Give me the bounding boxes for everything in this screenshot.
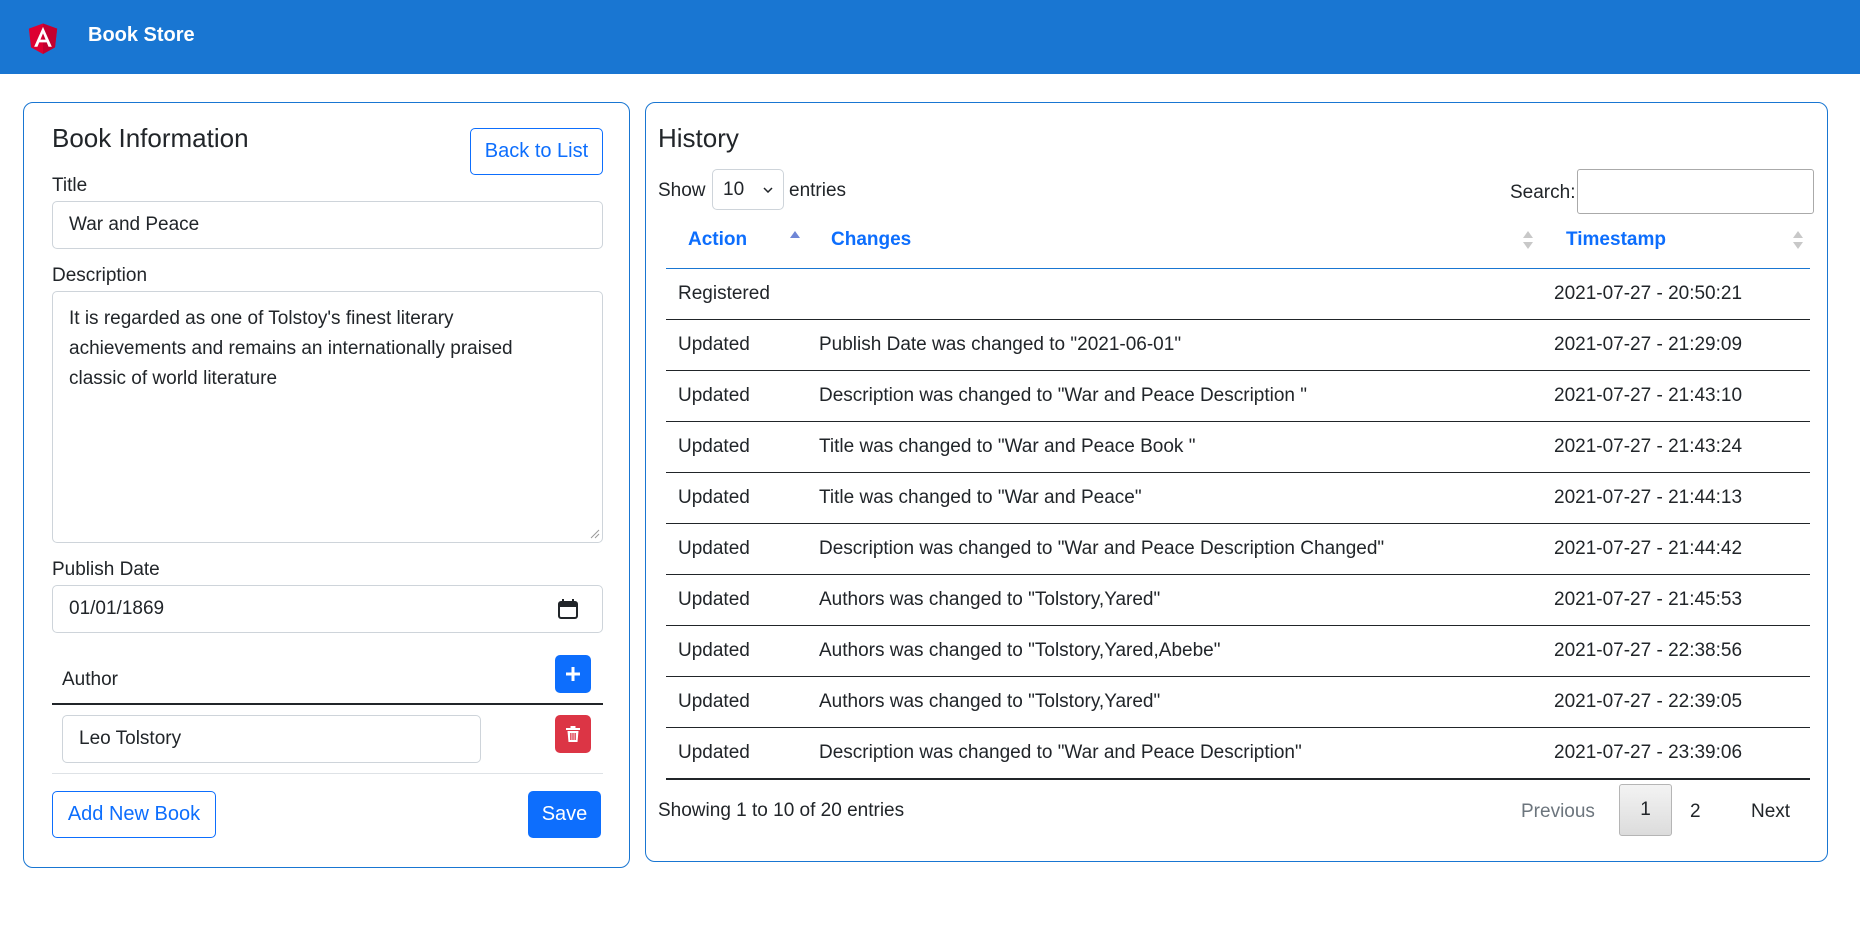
timestamp-cell: 2021-07-27 - 21:43:24 (1554, 436, 1743, 457)
plus-icon (566, 667, 580, 681)
timestamp-cell: 2021-07-27 - 20:50:21 (1554, 283, 1743, 304)
calendar-icon[interactable] (557, 598, 579, 620)
action-cell: Updated (678, 334, 750, 355)
timestamp-cell: 2021-07-27 - 23:39:06 (1554, 742, 1743, 763)
page-1-button[interactable]: 1 (1619, 784, 1672, 836)
timestamp-cell: 2021-07-27 - 21:44:13 (1554, 487, 1743, 508)
search-label: Search: (1510, 182, 1576, 203)
description-label: Description (52, 265, 148, 286)
timestamp-cell: 2021-07-27 - 21:44:42 (1554, 538, 1743, 559)
table-info: Showing 1 to 10 of 20 entries (658, 800, 905, 821)
table-row: Updated Title was changed to "War and Pea… (646, 473, 1827, 524)
table-row: Updated Publish Date was changed to "2021… (646, 320, 1827, 371)
row-divider (666, 778, 1810, 780)
top-navbar: Book Store (0, 0, 1860, 74)
publish-date-input[interactable]: 01/01/1869 (52, 585, 603, 633)
title-label: Title (52, 175, 88, 196)
table-row: Updated Authors was changed to "Tolstory,… (646, 626, 1827, 677)
search-input[interactable] (1577, 169, 1814, 214)
action-cell: Updated (678, 691, 750, 712)
add-author-button[interactable] (555, 655, 591, 693)
author-table-divider (52, 703, 603, 705)
app-title[interactable]: Book Store (88, 24, 195, 47)
trash-icon (566, 726, 580, 742)
author-row-divider (52, 773, 603, 774)
author-header: Author (62, 669, 118, 690)
back-to-list-button[interactable]: Back to List (470, 128, 603, 175)
sort-both-icon[interactable] (1792, 229, 1804, 251)
timestamp-cell: 2021-07-27 - 22:38:56 (1554, 640, 1743, 661)
table-row: Updated Description was changed to "War a… (646, 524, 1827, 575)
table-row: Updated Authors was changed to "Tolstory,… (646, 575, 1827, 626)
angular-logo-icon[interactable] (24, 18, 62, 58)
table-row: Updated Description was changed to "War a… (646, 371, 1827, 422)
book-information-card: Book Information Back to List Title War … (23, 102, 630, 868)
column-header-action[interactable]: Action (688, 229, 747, 251)
page-size-value: 10 (723, 178, 745, 200)
sort-asc-icon[interactable] (789, 229, 801, 251)
table-row: Updated Authors was changed to "Tolstory,… (646, 677, 1827, 728)
table-row: Registered 2021-07-27 - 20:50:21 (646, 269, 1827, 320)
changes-cell: Authors was changed to "Tolstory,Yared" (819, 589, 1161, 610)
next-page-button[interactable]: Next (1751, 801, 1790, 823)
changes-cell: Title was changed to "War and Peace Book… (819, 436, 1196, 457)
timestamp-cell: 2021-07-27 - 22:39:05 (1554, 691, 1743, 712)
entries-label: entries (789, 180, 847, 201)
action-cell: Updated (678, 487, 750, 508)
publish-date-value: 01/01/1869 (69, 598, 165, 619)
action-cell: Registered (678, 283, 770, 304)
action-cell: Updated (678, 640, 750, 661)
changes-cell: Title was changed to "War and Peace" (819, 487, 1142, 508)
save-button[interactable]: Save (528, 791, 601, 838)
table-row: Updated Title was changed to "War and Pea… (646, 422, 1827, 473)
book-information-heading: Book Information (52, 123, 249, 153)
page-2-button[interactable]: 2 (1690, 801, 1701, 823)
table-row: Updated Description was changed to "War a… (646, 728, 1827, 780)
author-name-value: Leo Tolstory (79, 728, 182, 749)
changes-cell: Authors was changed to "Tolstory,Yared" (819, 691, 1161, 712)
publish-date-label: Publish Date (52, 559, 160, 580)
page-size-select[interactable]: 10 (712, 169, 784, 210)
description-textarea[interactable]: It is regarded as one of Tolstoy's fines… (52, 291, 603, 543)
changes-cell: Description was changed to "War and Peac… (819, 385, 1308, 406)
action-cell: Updated (678, 385, 750, 406)
history-card: History Show 10 entries Search: Action C… (645, 102, 1828, 862)
show-label: Show (658, 180, 706, 201)
title-input[interactable]: War and Peace (52, 201, 603, 249)
changes-cell: Authors was changed to "Tolstory,Yared,A… (819, 640, 1221, 661)
timestamp-cell: 2021-07-27 - 21:29:09 (1554, 334, 1743, 355)
sort-both-icon[interactable] (1522, 229, 1534, 251)
timestamp-cell: 2021-07-27 - 21:43:10 (1554, 385, 1743, 406)
column-header-timestamp[interactable]: Timestamp (1566, 229, 1666, 251)
action-cell: Updated (678, 538, 750, 559)
previous-page-button[interactable]: Previous (1521, 801, 1595, 823)
action-cell: Updated (678, 436, 750, 457)
timestamp-cell: 2021-07-27 - 21:45:53 (1554, 589, 1743, 610)
column-header-changes[interactable]: Changes (831, 229, 911, 251)
changes-cell: Description was changed to "War and Peac… (819, 538, 1385, 559)
changes-cell: Publish Date was changed to "2021-06-01" (819, 334, 1182, 355)
resize-handle-icon[interactable] (590, 529, 600, 539)
delete-author-button[interactable] (555, 715, 591, 753)
author-name-input[interactable]: Leo Tolstory (62, 715, 481, 763)
history-heading: History (658, 123, 739, 153)
action-cell: Updated (678, 589, 750, 610)
chevron-down-icon (763, 186, 773, 193)
changes-cell: Description was changed to "War and Peac… (819, 742, 1302, 763)
add-new-book-button[interactable]: Add New Book (52, 791, 216, 838)
action-cell: Updated (678, 742, 750, 763)
